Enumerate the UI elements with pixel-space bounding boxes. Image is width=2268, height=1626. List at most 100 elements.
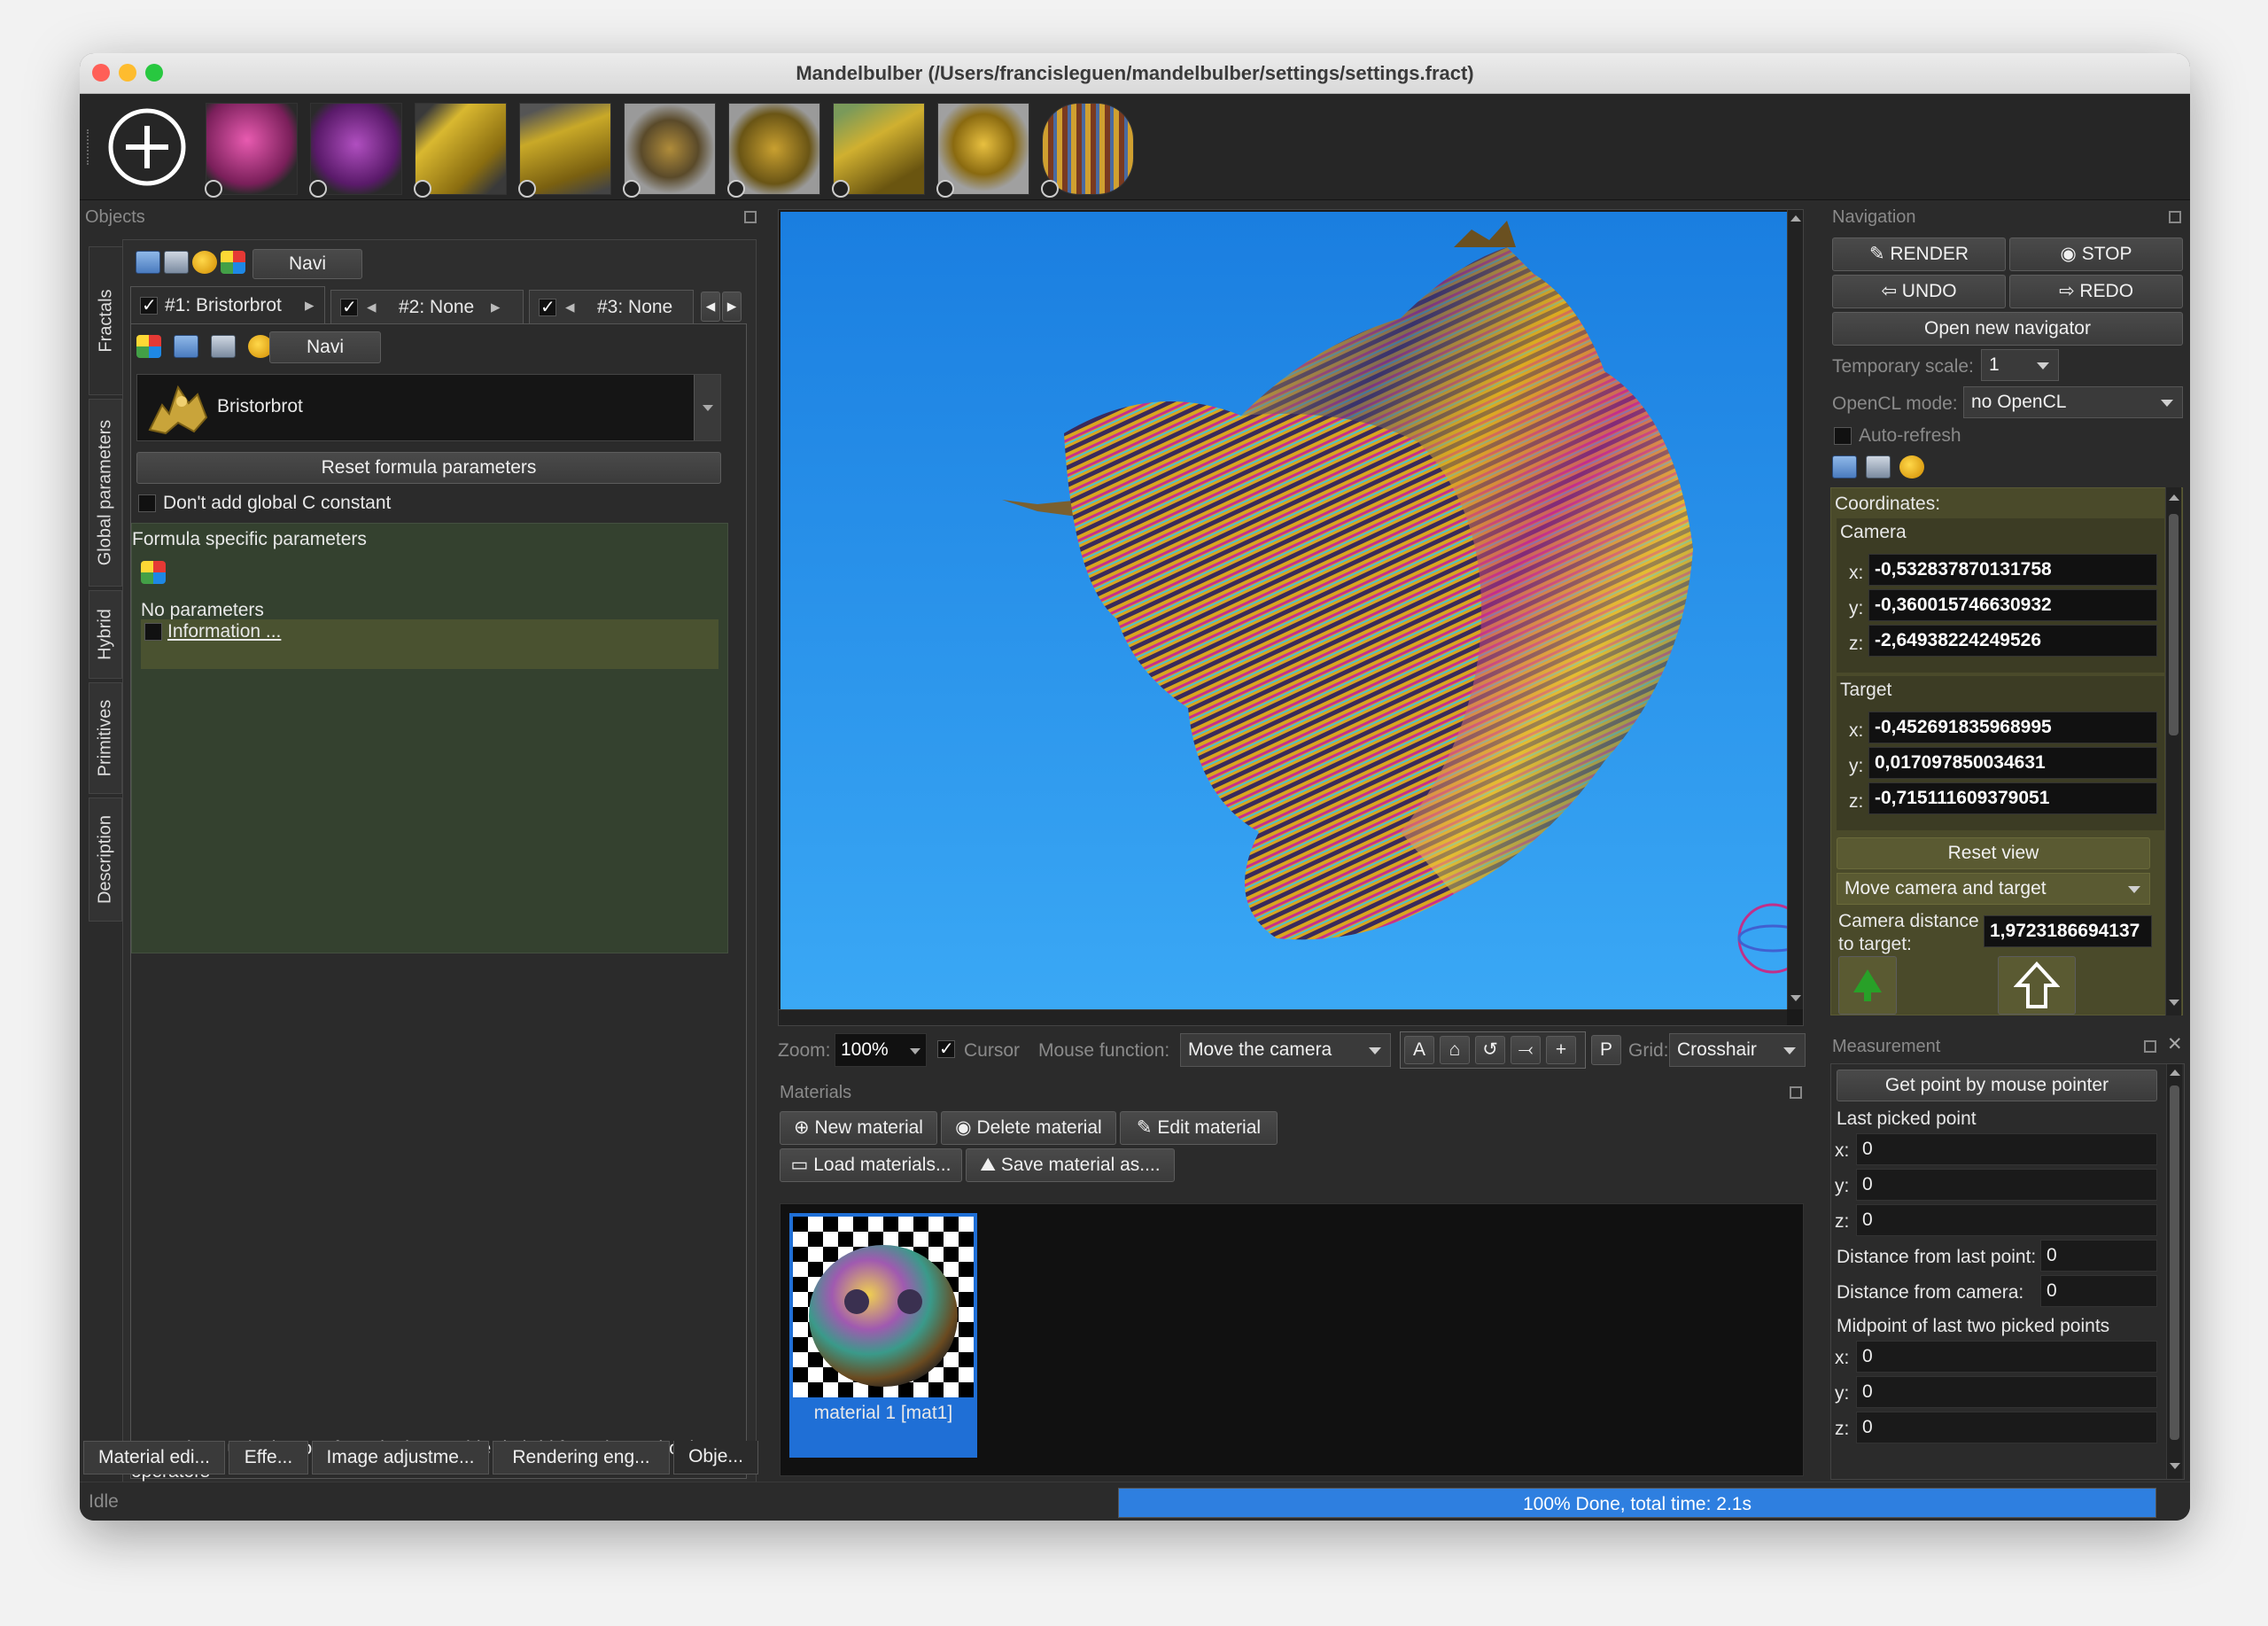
save-icon[interactable] xyxy=(1866,455,1891,478)
materials-list[interactable]: material 1 [mat1] xyxy=(780,1203,1804,1476)
preset-thumbnail[interactable] xyxy=(623,103,716,198)
tab-global-parameters[interactable]: Global parameters xyxy=(89,399,122,587)
remove-preset-icon[interactable] xyxy=(205,180,222,198)
preset-thumbnail[interactable] xyxy=(414,103,507,198)
remove-preset-icon[interactable] xyxy=(414,180,431,198)
tool-a-button[interactable]: A xyxy=(1404,1036,1434,1064)
load-folder-icon[interactable] xyxy=(136,251,160,274)
formula-dropdown-button[interactable] xyxy=(694,375,720,440)
tab-rendering-engine[interactable]: Rendering eng... xyxy=(493,1441,670,1474)
tab-effects[interactable]: Effe... xyxy=(229,1441,308,1474)
move-mode-select[interactable]: Move camera and target xyxy=(1837,873,2150,905)
fractal-render-image[interactable] xyxy=(781,212,1789,1009)
undo-icon[interactable] xyxy=(1899,455,1924,478)
remove-preset-icon[interactable] xyxy=(727,180,745,198)
tab-material-editor[interactable]: Material edi... xyxy=(83,1441,225,1474)
get-point-by-mouse-button[interactable]: Get point by mouse pointer xyxy=(1837,1070,2157,1101)
preset-thumbnail[interactable] xyxy=(1041,103,1134,198)
add-preset-icon[interactable] xyxy=(106,106,188,188)
mid-x-field[interactable]: 0 xyxy=(1856,1341,2157,1373)
formula-navi-button[interactable]: Navi xyxy=(269,331,381,363)
scroll-tabs-left-button[interactable]: ◂ xyxy=(701,292,720,322)
tool-p-button[interactable]: P xyxy=(1591,1035,1621,1065)
reset-formula-parameters-button[interactable]: Reset formula parameters xyxy=(136,452,721,484)
navigation-scrollbar[interactable] xyxy=(2165,487,2181,1015)
tab-right-arrow-icon[interactable]: ▸ xyxy=(305,294,315,316)
randomize-icon[interactable] xyxy=(136,335,161,358)
camera-y-field[interactable]: -0,360015746630932 xyxy=(1868,589,2157,621)
target-x-field[interactable]: -0,452691835968995 xyxy=(1868,712,2157,743)
scroll-thumb[interactable] xyxy=(2170,1085,2179,1440)
scroll-down-icon[interactable] xyxy=(2169,1000,2179,1006)
mid-y-field[interactable]: 0 xyxy=(1856,1376,2157,1408)
save-material-as-button[interactable]: ⛰ Save material as.... xyxy=(966,1148,1175,1182)
preset-thumbnail[interactable] xyxy=(518,103,611,198)
opencl-mode-select[interactable]: no OpenCL xyxy=(1963,386,2183,418)
undo-icon[interactable] xyxy=(192,251,217,274)
undo-button[interactable]: ⇦ UNDO xyxy=(1832,275,2006,308)
tab-objects[interactable]: Obje... xyxy=(673,1441,758,1474)
zoom-combo[interactable]: 100% xyxy=(835,1033,927,1067)
move-forward-tree-button[interactable] xyxy=(1838,956,1897,1015)
tool-lock-icon[interactable]: ⌂ xyxy=(1440,1036,1470,1064)
float-panel-icon[interactable] xyxy=(2144,1040,2156,1053)
tab-left-arrow-icon[interactable]: ◂ xyxy=(565,296,575,318)
tool-crosshair-icon[interactable]: + xyxy=(1546,1036,1576,1064)
load-folder-icon[interactable] xyxy=(174,335,198,358)
remove-preset-icon[interactable] xyxy=(309,180,327,198)
information-label[interactable]: Information ... xyxy=(167,621,281,642)
save-icon[interactable] xyxy=(211,335,236,358)
grid-select[interactable]: Crosshair xyxy=(1669,1033,1806,1067)
remove-preset-icon[interactable] xyxy=(936,180,954,198)
scroll-down-icon[interactable] xyxy=(1790,995,1801,1001)
formula-1-enabled-checkbox[interactable] xyxy=(140,294,158,316)
navi-button[interactable]: Navi xyxy=(252,249,362,279)
camera-x-field[interactable]: -0,532837870131758 xyxy=(1868,554,2157,586)
last-z-field[interactable]: 0 xyxy=(1856,1204,2157,1236)
remove-preset-icon[interactable] xyxy=(518,180,536,198)
tab-hybrid[interactable]: Hybrid xyxy=(89,590,122,679)
scroll-up-icon[interactable] xyxy=(2170,1070,2180,1076)
preset-thumbnail[interactable] xyxy=(727,103,820,198)
camera-distance-field[interactable]: 1,9723186694137 xyxy=(1984,915,2152,947)
formula-tab-3[interactable]: ◂ #3: None xyxy=(529,290,694,323)
float-panel-icon[interactable] xyxy=(744,211,757,223)
auto-refresh-checkbox[interactable] xyxy=(1834,427,1852,445)
toolbar-grip[interactable] xyxy=(87,129,92,165)
last-x-field[interactable]: 0 xyxy=(1856,1133,2157,1165)
scroll-thumb[interactable] xyxy=(2169,514,2179,735)
redo-button[interactable]: ⇨ REDO xyxy=(2009,275,2183,308)
scroll-up-icon[interactable] xyxy=(1790,215,1801,222)
cursor-checkbox[interactable] xyxy=(937,1038,955,1060)
mouse-function-select[interactable]: Move the camera xyxy=(1180,1033,1391,1067)
remove-preset-icon[interactable] xyxy=(623,180,641,198)
material-item[interactable]: material 1 [mat1] xyxy=(789,1213,977,1458)
load-materials-button[interactable]: ▭ Load materials... xyxy=(780,1148,962,1182)
float-panel-icon[interactable] xyxy=(1790,1086,1802,1099)
render-viewport[interactable] xyxy=(778,209,1804,1026)
last-y-field[interactable]: 0 xyxy=(1856,1169,2157,1201)
target-y-field[interactable]: 0,017097850034631 xyxy=(1868,747,2157,779)
float-panel-icon[interactable] xyxy=(2169,211,2181,223)
remove-preset-icon[interactable] xyxy=(832,180,850,198)
tab-image-adjustments[interactable]: Image adjustme... xyxy=(312,1441,489,1474)
stop-button[interactable]: ◉ STOP xyxy=(2009,237,2183,271)
move-up-button[interactable] xyxy=(1998,956,2076,1015)
reset-view-button[interactable]: Reset view xyxy=(1837,837,2150,869)
distance-camera-field[interactable]: 0 xyxy=(2040,1275,2157,1307)
randomize-icon[interactable] xyxy=(141,561,166,584)
formula-tab-1[interactable]: #1: Bristorbrot ▸ xyxy=(130,286,325,323)
preset-thumbnail[interactable] xyxy=(832,103,925,198)
formula-selector[interactable]: Bristorbrot xyxy=(136,374,721,441)
mid-z-field[interactable]: 0 xyxy=(1856,1412,2157,1443)
edit-material-button[interactable]: ✎ Edit material xyxy=(1120,1111,1278,1145)
tab-fractals[interactable]: Fractals xyxy=(89,246,122,395)
randomize-icon[interactable] xyxy=(221,251,245,274)
save-icon[interactable] xyxy=(164,251,189,274)
tab-primitives[interactable]: Primitives xyxy=(89,682,122,794)
new-material-button[interactable]: ⊕ New material xyxy=(780,1111,937,1145)
viewport-vertical-scrollbar[interactable] xyxy=(1787,210,1803,1009)
distance-last-field[interactable]: 0 xyxy=(2040,1240,2157,1272)
scroll-tabs-right-button[interactable]: ▸ xyxy=(722,292,742,322)
open-new-navigator-button[interactable]: Open new navigator xyxy=(1832,312,2183,346)
